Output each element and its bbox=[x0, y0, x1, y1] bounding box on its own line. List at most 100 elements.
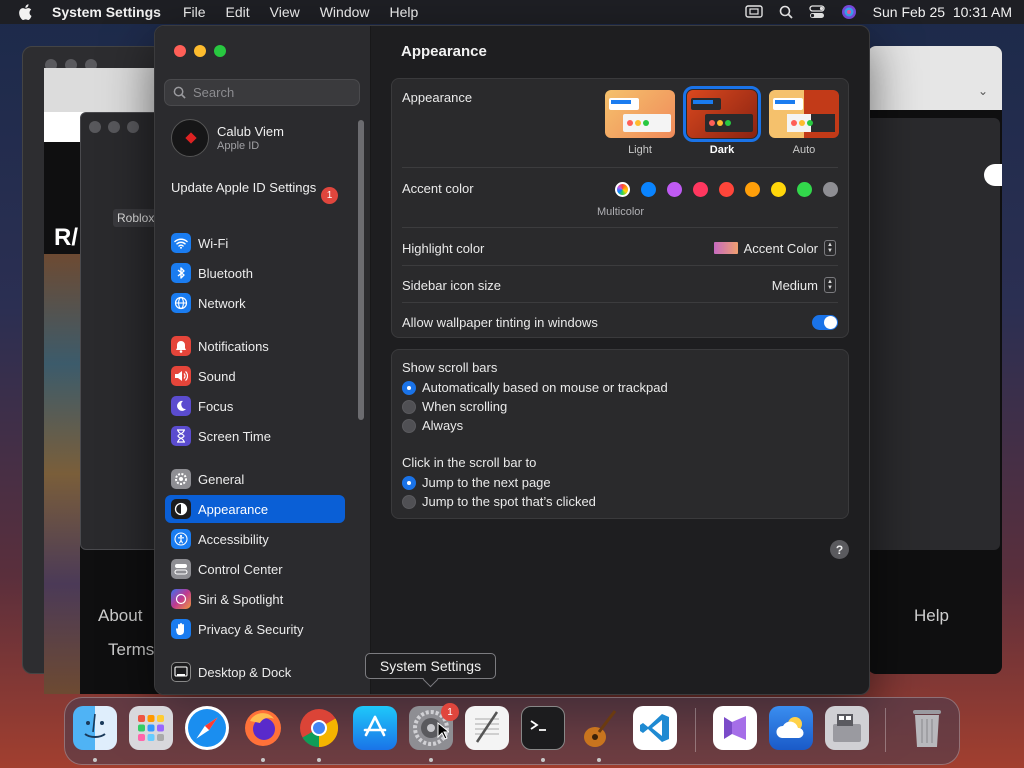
sidebar-item-appearance[interactable]: Appearance bbox=[165, 495, 345, 523]
sidebar-item-network[interactable]: Network bbox=[165, 289, 345, 317]
apple-id-profile[interactable]: Calub Viem Apple ID bbox=[171, 119, 284, 157]
menu-view[interactable]: View bbox=[270, 4, 300, 20]
sidebar-item-bluetooth[interactable]: Bluetooth bbox=[165, 259, 345, 287]
sidebar-item-focus[interactable]: Focus bbox=[165, 392, 345, 420]
menu-app-name[interactable]: System Settings bbox=[52, 4, 161, 20]
wallpaper-tinting-toggle[interactable] bbox=[812, 315, 838, 330]
zoom-button[interactable] bbox=[214, 45, 226, 57]
radio-button[interactable] bbox=[402, 418, 416, 433]
dock-separator bbox=[885, 708, 886, 752]
appearance-option-dark[interactable] bbox=[683, 86, 761, 142]
menu-help[interactable]: Help bbox=[390, 4, 419, 20]
spotlight-search-icon[interactable] bbox=[779, 5, 793, 19]
dock-textedit[interactable] bbox=[465, 706, 509, 750]
help-link[interactable]: Help bbox=[914, 606, 949, 626]
sidebar-item-accessibility[interactable]: Accessibility bbox=[165, 525, 345, 553]
sidebar-item-sound[interactable]: Sound bbox=[165, 362, 345, 390]
dock-garageband[interactable] bbox=[577, 706, 621, 750]
accent-color-label: Accent color bbox=[402, 181, 474, 196]
dock-terminal[interactable] bbox=[521, 706, 565, 750]
highlight-color-preview bbox=[713, 242, 738, 254]
click-scroll-bar-label: Click in the scroll bar to bbox=[402, 455, 537, 470]
appearance-light-label: Light bbox=[628, 144, 652, 156]
accent-swatch-red[interactable] bbox=[719, 182, 734, 197]
browser-action-button[interactable] bbox=[984, 164, 1002, 186]
menu-clock[interactable]: Sun Feb 25 10:31 AM bbox=[873, 4, 1012, 20]
accent-swatch-pink[interactable] bbox=[693, 182, 708, 197]
dock-trash[interactable] bbox=[905, 706, 949, 750]
accent-swatch-orange[interactable] bbox=[745, 182, 760, 197]
terms-link[interactable]: Terms bbox=[108, 640, 154, 660]
sidebar-item-label: Screen Time bbox=[198, 428, 271, 444]
background-pane bbox=[868, 118, 1000, 550]
sidebar-item-general[interactable]: General bbox=[165, 465, 345, 493]
chevron-down-icon[interactable]: ⌄ bbox=[978, 84, 988, 98]
radio-button[interactable] bbox=[402, 380, 416, 395]
radio-button[interactable] bbox=[402, 399, 416, 414]
scroll-bars-option-always[interactable]: Always bbox=[402, 418, 463, 433]
divider bbox=[402, 227, 838, 228]
accent-swatch-multicolor[interactable] bbox=[615, 182, 630, 197]
accent-swatch-graphite[interactable] bbox=[823, 182, 838, 197]
dock-running-indicator bbox=[429, 758, 433, 762]
sidebar-item-label: Wi-Fi bbox=[198, 235, 229, 251]
sidebar-item-privacy-security[interactable]: Privacy & Security bbox=[165, 615, 345, 643]
sidebar-item-notifications[interactable]: Notifications bbox=[165, 332, 345, 360]
menu-file[interactable]: File bbox=[183, 4, 206, 20]
click-scroll-option-next-page[interactable]: Jump to the next page bbox=[402, 475, 551, 490]
dock-chrome[interactable] bbox=[297, 706, 341, 750]
background-window-right[interactable]: ⌄ Help bbox=[868, 46, 1002, 674]
appearance-option-auto[interactable] bbox=[769, 90, 839, 138]
firefox-icon bbox=[245, 710, 281, 746]
scroll-bars-option-when-scrolling[interactable]: When scrolling bbox=[402, 399, 507, 414]
dock-boot-camp[interactable] bbox=[825, 706, 869, 750]
menu-window[interactable]: Window bbox=[320, 4, 370, 20]
sidebar-item-screen-time[interactable]: Screen Time bbox=[165, 422, 345, 450]
dock-visual-studio[interactable] bbox=[713, 706, 757, 750]
close-button[interactable] bbox=[174, 45, 186, 57]
sidebar-item-wifi[interactable]: Wi-Fi bbox=[165, 229, 345, 257]
sidebar-item-label: Siri & Spotlight bbox=[198, 591, 284, 607]
accent-swatch-purple[interactable] bbox=[667, 182, 682, 197]
browser-tab-bar[interactable] bbox=[44, 68, 164, 112]
search-input[interactable]: Search bbox=[164, 79, 360, 106]
about-link[interactable]: About bbox=[98, 606, 142, 626]
screen-mirroring-icon[interactable] bbox=[744, 5, 763, 19]
sidebar-icon-size-popup[interactable]: Medium ▲ ▼ bbox=[772, 277, 836, 293]
dock-safari[interactable] bbox=[185, 706, 229, 750]
roblox-logo: R/ bbox=[54, 224, 78, 251]
update-apple-id-settings[interactable]: Update Apple ID Settings bbox=[171, 180, 341, 196]
scroll-bar-settings-group: Show scroll bars Automatically based on … bbox=[391, 349, 849, 519]
accent-swatch-yellow[interactable] bbox=[771, 182, 786, 197]
radio-button[interactable] bbox=[402, 494, 416, 509]
sidebar-item-control-center[interactable]: Control Center bbox=[165, 555, 345, 583]
menu-edit[interactable]: Edit bbox=[226, 4, 250, 20]
dock-app-store[interactable] bbox=[353, 706, 397, 750]
popup-stepper-icon: ▲ ▼ bbox=[824, 277, 836, 293]
dock-firefox[interactable] bbox=[241, 706, 285, 750]
accent-swatch-green[interactable] bbox=[797, 182, 812, 197]
dock-running-indicator bbox=[597, 758, 601, 762]
background-dialog-window[interactable]: Roblox bbox=[80, 112, 160, 550]
dock-launchpad[interactable] bbox=[129, 706, 173, 750]
apple-logo-icon[interactable] bbox=[18, 4, 32, 20]
window-controls bbox=[89, 121, 139, 133]
radio-button[interactable] bbox=[402, 475, 416, 490]
moon-icon bbox=[171, 396, 191, 416]
sidebar-item-label: Bluetooth bbox=[198, 265, 253, 281]
dock-weather[interactable] bbox=[769, 706, 813, 750]
click-scroll-option-spot-clicked[interactable]: Jump to the spot that’s clicked bbox=[402, 494, 596, 509]
minimize-button[interactable] bbox=[194, 45, 206, 57]
help-button[interactable]: ? bbox=[830, 540, 849, 559]
dock-vscode[interactable] bbox=[633, 706, 677, 750]
appearance-option-light[interactable] bbox=[605, 90, 675, 138]
sidebar-scrollbar[interactable] bbox=[358, 120, 364, 420]
scroll-bars-option-automatic[interactable]: Automatically based on mouse or trackpad bbox=[402, 380, 668, 395]
highlight-color-popup[interactable]: Accent Color ▲ ▼ bbox=[713, 240, 836, 256]
control-center-icon[interactable] bbox=[809, 5, 825, 19]
sidebar-item-siri[interactable]: Siri & Spotlight bbox=[165, 585, 345, 613]
siri-icon[interactable] bbox=[841, 4, 857, 20]
dock-finder[interactable] bbox=[73, 706, 117, 750]
accent-swatch-blue[interactable] bbox=[641, 182, 656, 197]
sidebar-item-desktop-dock[interactable]: Desktop & Dock bbox=[165, 658, 345, 686]
